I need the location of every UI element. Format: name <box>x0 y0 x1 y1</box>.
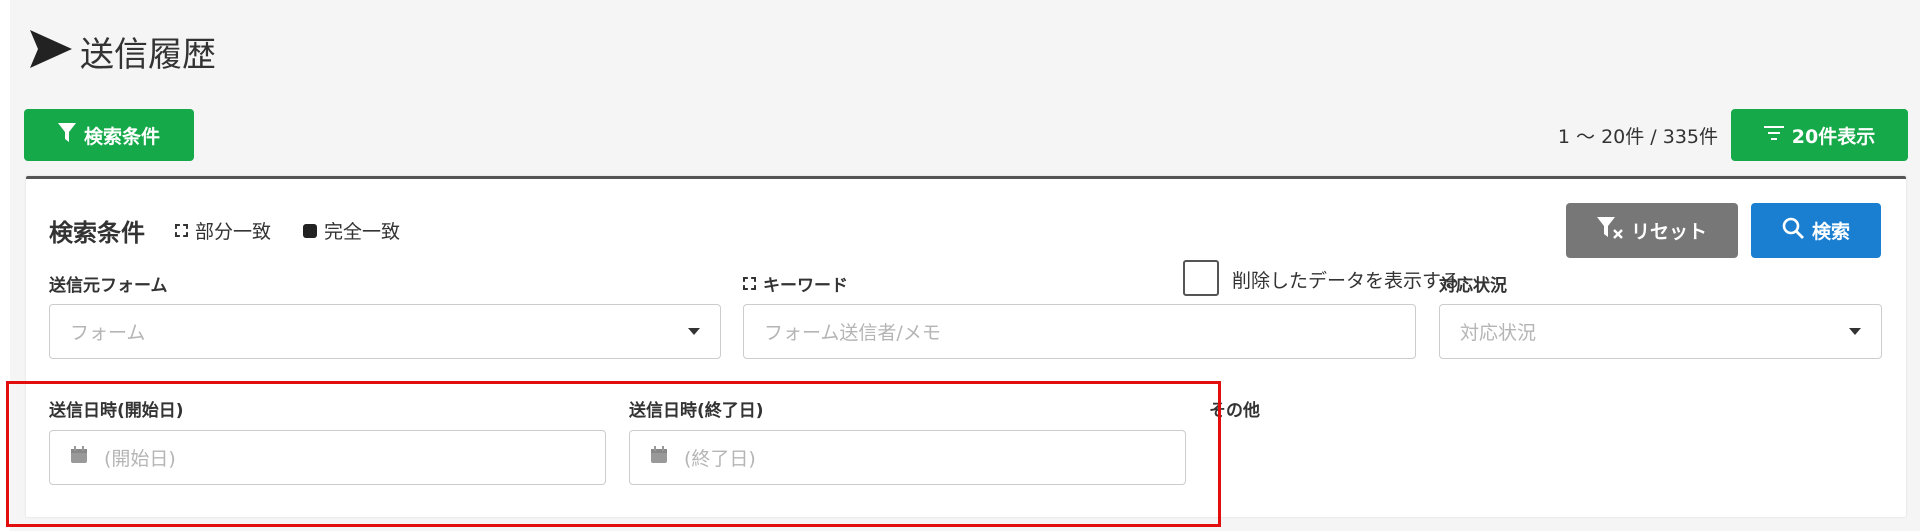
chevron-down-icon <box>688 328 700 335</box>
show-deleted-checkbox[interactable] <box>1183 260 1219 296</box>
panel-title: 検索条件 <box>49 219 145 247</box>
reset-button[interactable]: リセット <box>1566 203 1738 258</box>
show-deleted-label: 削除したデータを表示する <box>1232 270 1461 292</box>
search-button[interactable]: 検索 <box>1751 203 1881 258</box>
date-end-placeholder: (終了日) <box>684 448 756 470</box>
sort-lines-icon <box>1763 124 1784 146</box>
legend-exact-label: 完全一致 <box>324 221 401 243</box>
search-icon <box>1782 217 1804 244</box>
calendar-icon <box>650 446 684 469</box>
keyword-label-group: キーワード <box>743 271 848 296</box>
partial-match-icon <box>175 224 188 237</box>
search-conditions-button[interactable]: 検索条件 <box>24 109 194 161</box>
date-end-input[interactable]: (終了日) <box>629 430 1186 485</box>
partial-match-icon <box>743 277 756 290</box>
form-select-placeholder: フォーム <box>70 322 146 344</box>
page-header: 送信履歴 <box>28 26 216 76</box>
other-label: その他 <box>1209 401 1260 421</box>
filter-icon <box>57 122 76 148</box>
legend-partial-label: 部分一致 <box>195 221 272 243</box>
legend-partial-match: 部分一致 <box>175 217 271 244</box>
status-select-placeholder: 対応状況 <box>1460 322 1537 344</box>
paper-plane-icon <box>28 28 74 74</box>
result-count: 1 〜 20件 / 335件 <box>1557 126 1718 148</box>
legend-exact-match: 完全一致 <box>303 217 400 244</box>
calendar-icon <box>70 446 104 469</box>
search-button-label: 検索 <box>1811 221 1850 243</box>
keyword-label: キーワード <box>763 276 848 296</box>
date-start-label: 送信日時(開始日) <box>49 401 184 421</box>
form-select[interactable]: フォーム <box>49 304 721 359</box>
search-conditions-panel: 検索条件 部分一致 完全一致 リセット 検索 送信元フォーム フォーム キーワー… <box>26 176 1906 517</box>
keyword-input[interactable]: フォーム送信者/メモ <box>743 304 1416 359</box>
date-start-placeholder: (開始日) <box>104 448 176 470</box>
filter-clear-icon <box>1596 217 1623 244</box>
page-size-button-label: 20件表示 <box>1791 125 1876 148</box>
exact-match-icon <box>303 223 317 238</box>
page-title: 送信履歴 <box>80 34 216 75</box>
page-size-button[interactable]: 20件表示 <box>1731 109 1908 161</box>
chevron-down-icon <box>1849 328 1861 335</box>
status-select[interactable]: 対応状況 <box>1439 304 1882 359</box>
search-conditions-button-label: 検索条件 <box>83 125 160 148</box>
reset-button-label: リセット <box>1630 221 1707 243</box>
date-end-label: 送信日時(終了日) <box>629 401 764 421</box>
date-start-input[interactable]: (開始日) <box>49 430 606 485</box>
form-label: 送信元フォーム <box>49 276 168 296</box>
keyword-input-placeholder: フォーム送信者/メモ <box>764 322 941 344</box>
